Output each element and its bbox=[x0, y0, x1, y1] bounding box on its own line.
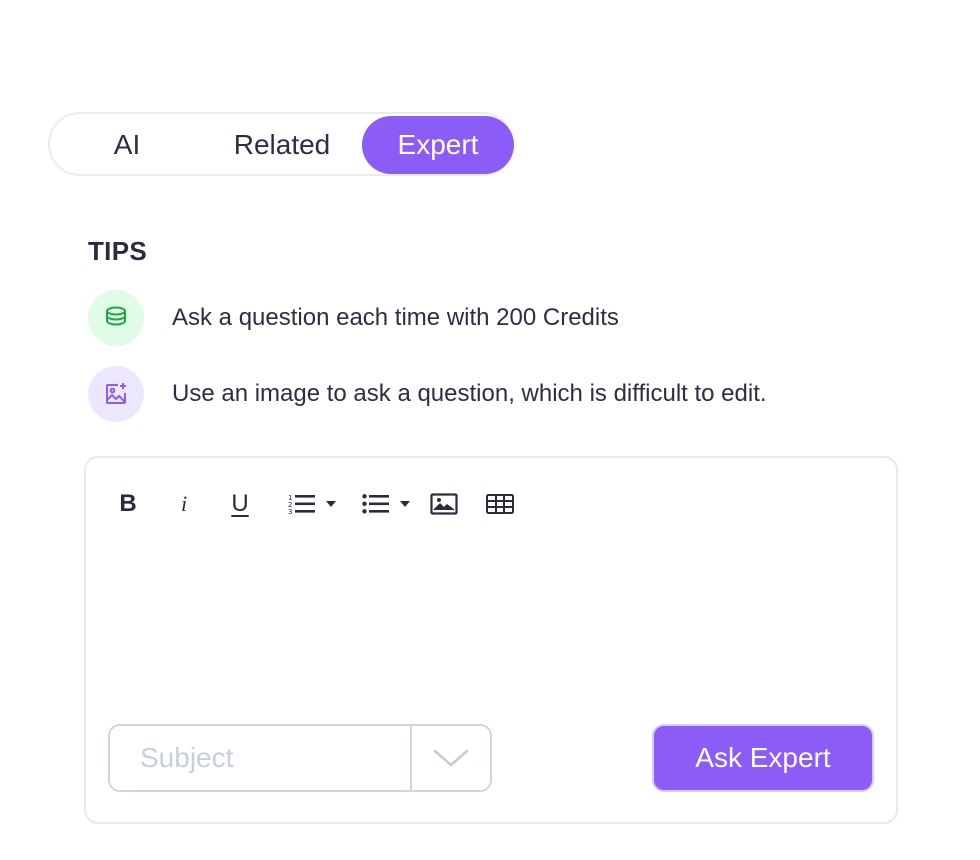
tip-image: Use an image to ask a question, which is… bbox=[88, 366, 767, 422]
mode-tabs: AI Related Expert bbox=[48, 112, 514, 176]
tab-ai[interactable]: AI bbox=[80, 116, 174, 174]
bullet-list-icon bbox=[362, 494, 389, 514]
bullet-list-button[interactable] bbox=[356, 486, 416, 522]
subject-placeholder: Subject bbox=[140, 742, 234, 773]
insert-table-button[interactable] bbox=[484, 486, 516, 522]
tip-credits: Ask a question each time with 200 Credit… bbox=[88, 290, 619, 346]
coin-stack-icon bbox=[88, 290, 144, 346]
ordered-list-icon: 1 2 3 bbox=[288, 494, 315, 515]
ask-expert-button[interactable]: Ask Expert bbox=[652, 724, 874, 792]
question-editor[interactable]: B i U 1 2 3 Subject Ask Expert bbox=[84, 456, 898, 824]
subject-select[interactable]: Subject bbox=[108, 724, 492, 792]
bold-button[interactable]: B bbox=[116, 486, 140, 522]
underline-button[interactable]: U bbox=[228, 486, 252, 522]
italic-button[interactable]: i bbox=[174, 486, 194, 522]
subject-dropdown-toggle[interactable] bbox=[412, 726, 490, 790]
chevron-down-icon bbox=[400, 501, 410, 507]
chevron-down-icon bbox=[326, 501, 336, 507]
ordered-list-button[interactable]: 1 2 3 bbox=[282, 486, 342, 522]
chevron-down-icon bbox=[433, 749, 469, 767]
insert-image-icon bbox=[430, 493, 458, 515]
image-add-icon bbox=[88, 366, 144, 422]
tab-related[interactable]: Related bbox=[212, 116, 352, 174]
svg-text:3: 3 bbox=[288, 508, 292, 515]
tip-text: Use an image to ask a question, which is… bbox=[172, 380, 767, 407]
tip-text: Ask a question each time with 200 Credit… bbox=[172, 304, 619, 331]
insert-image-button[interactable] bbox=[428, 486, 460, 522]
tab-expert[interactable]: Expert bbox=[362, 116, 514, 174]
tips-heading: TIPS bbox=[88, 236, 147, 266]
insert-table-icon bbox=[486, 494, 514, 514]
